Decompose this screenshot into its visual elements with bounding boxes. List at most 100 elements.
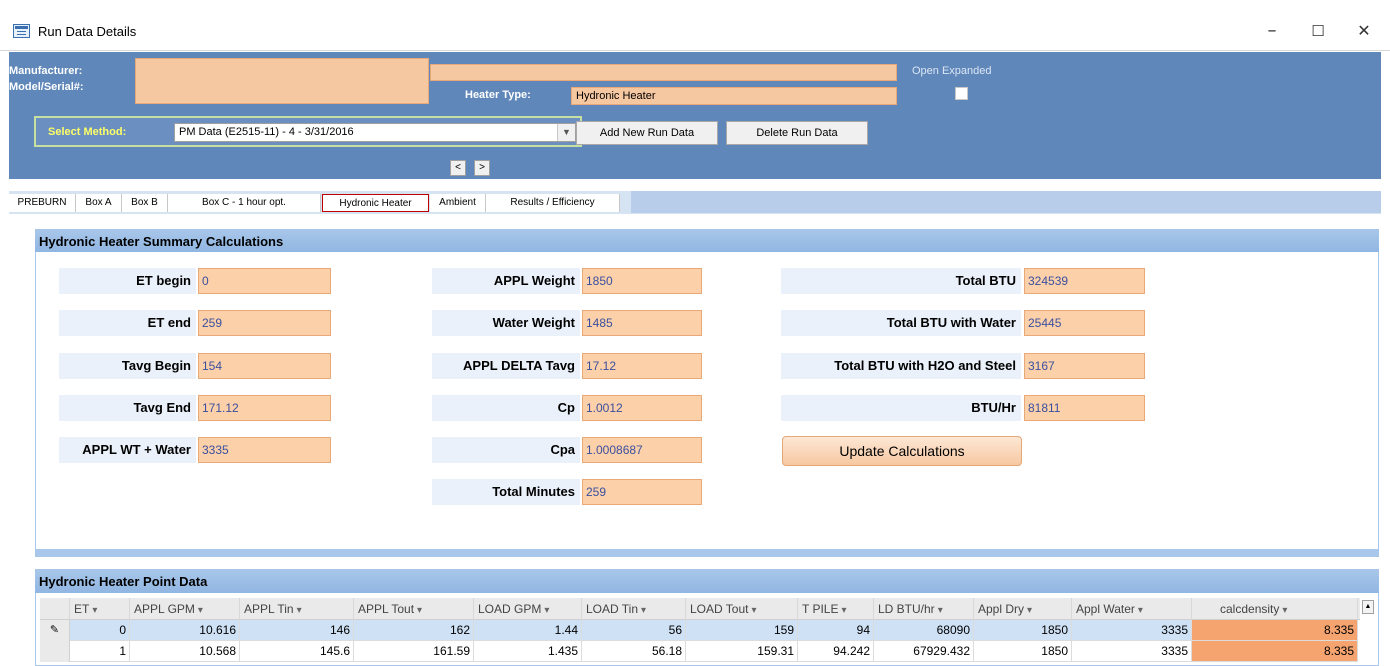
sort-arrow-icon[interactable]: ▾ xyxy=(417,605,422,616)
open-expanded-label: Open Expanded xyxy=(912,65,992,77)
cell-appl-tout[interactable]: 161.59 xyxy=(354,641,474,662)
tab-results-efficiency[interactable]: Results / Efficiency xyxy=(486,194,620,212)
cell-calcdensity[interactable]: 8.335 xyxy=(1192,620,1358,641)
total-btu-water-label: Total BTU with Water xyxy=(781,310,1021,336)
tab-box-c[interactable]: Box C - 1 hour opt. xyxy=(168,194,321,212)
sort-arrow-icon[interactable]: ▾ xyxy=(1027,605,1032,616)
sort-arrow-icon[interactable]: ▾ xyxy=(938,605,943,616)
delete-run-data-button[interactable]: Delete Run Data xyxy=(726,121,868,145)
maximize-button[interactable]: ☐ xyxy=(1296,16,1340,46)
cell-appl-tin[interactable]: 146 xyxy=(240,620,354,641)
column-header-t-pile[interactable]: T PILE ▾ xyxy=(798,598,874,620)
column-header-calcdensity[interactable]: calcdensity ▾ xyxy=(1192,598,1358,620)
appl-wt-water-field[interactable]: 3335 xyxy=(198,437,331,463)
heater-type-field[interactable]: Hydronic Heater xyxy=(571,87,897,105)
sort-arrow-icon[interactable]: ▾ xyxy=(641,605,646,616)
cell-load-tin[interactable]: 56.18 xyxy=(582,641,686,662)
btu-hr-field[interactable]: 81811 xyxy=(1024,395,1145,421)
cpa-field[interactable]: 1.0008687 xyxy=(582,437,702,463)
cell-appl-tout[interactable]: 162 xyxy=(354,620,474,641)
column-header-label: LD BTU/hr xyxy=(878,602,935,616)
sort-arrow-icon[interactable]: ▾ xyxy=(1138,605,1143,616)
tab-ambient[interactable]: Ambient xyxy=(430,194,486,212)
select-method-value: PM Data (E2515-11) - 4 - 3/31/2016 xyxy=(179,126,354,138)
cell-appl-gpm[interactable]: 10.616 xyxy=(130,620,240,641)
column-header-label: Appl Water xyxy=(1076,602,1135,616)
cell-appl-water[interactable]: 3335 xyxy=(1072,641,1192,662)
btu-hr-label: BTU/Hr xyxy=(781,395,1021,421)
cell-load-gpm[interactable]: 1.435 xyxy=(474,641,582,662)
tab-preburn[interactable]: PREBURN xyxy=(9,194,76,212)
cell-appl-gpm[interactable]: 10.568 xyxy=(130,641,240,662)
next-record-button[interactable]: > xyxy=(474,160,490,176)
et-begin-field[interactable]: 0 xyxy=(198,268,331,294)
cell-et[interactable]: 0 xyxy=(70,620,130,641)
total-btu-field[interactable]: 324539 xyxy=(1024,268,1145,294)
cell-load-tout[interactable]: 159 xyxy=(686,620,798,641)
column-header-load-tout[interactable]: LOAD Tout ▾ xyxy=(686,598,798,620)
column-header-label: APPL Tout xyxy=(358,602,415,616)
tab-box-b[interactable]: Box B xyxy=(122,194,168,212)
column-header-appl-dry[interactable]: Appl Dry ▾ xyxy=(974,598,1072,620)
cell-calcdensity[interactable]: 8.335 xyxy=(1192,641,1358,662)
column-header-ld-btu-hr[interactable]: LD BTU/hr ▾ xyxy=(874,598,974,620)
sort-arrow-icon[interactable]: ▾ xyxy=(751,605,756,616)
water-weight-label: Water Weight xyxy=(432,310,580,336)
total-btu-h2o-steel-field[interactable]: 3167 xyxy=(1024,353,1145,379)
cell-appl-dry[interactable]: 1850 xyxy=(974,641,1072,662)
previous-record-button[interactable]: < xyxy=(450,160,466,176)
total-btu-water-field[interactable]: 25445 xyxy=(1024,310,1145,336)
manufacturer-model-field[interactable] xyxy=(135,58,429,104)
chevron-down-icon[interactable]: ▼ xyxy=(557,124,575,141)
column-header-appl-water[interactable]: Appl Water ▾ xyxy=(1072,598,1192,620)
total-minutes-field[interactable]: 259 xyxy=(582,479,702,505)
sort-arrow-icon[interactable]: ▾ xyxy=(841,605,846,616)
column-header-load-gpm[interactable]: LOAD GPM ▾ xyxy=(474,598,582,620)
table-row[interactable]: 1 10.568 145.6 161.59 1.435 56.18 159.31… xyxy=(40,641,1360,662)
cell-ld-btu-hr[interactable]: 67929.432 xyxy=(874,641,974,662)
select-method-dropdown[interactable]: PM Data (E2515-11) - 4 - 3/31/2016 ▼ xyxy=(174,123,576,142)
open-expanded-checkbox[interactable] xyxy=(955,87,968,100)
column-header-et[interactable]: ET ▾ xyxy=(70,598,130,620)
appl-weight-field[interactable]: 1850 xyxy=(582,268,702,294)
minimize-button[interactable]: – xyxy=(1250,16,1294,46)
tavg-begin-field[interactable]: 154 xyxy=(198,353,331,379)
column-header-appl-gpm[interactable]: APPL GPM ▾ xyxy=(130,598,240,620)
grid-header-row: ET ▾ APPL GPM ▾ APPL Tin ▾ APPL Tout ▾ LOAD … xyxy=(40,598,1360,620)
model-serial-label: Model/Serial#: xyxy=(9,81,84,93)
appl-delta-tavg-field[interactable]: 17.12 xyxy=(582,353,702,379)
column-header-label: ET xyxy=(74,602,90,616)
add-new-run-data-button[interactable]: Add New Run Data xyxy=(576,121,718,145)
sort-arrow-icon[interactable]: ▾ xyxy=(1282,605,1287,616)
cell-load-tin[interactable]: 56 xyxy=(582,620,686,641)
sort-arrow-icon[interactable]: ▾ xyxy=(92,605,97,616)
close-button[interactable]: ✕ xyxy=(1342,16,1386,46)
sort-arrow-icon[interactable]: ▾ xyxy=(297,605,302,616)
sort-arrow-icon[interactable]: ▾ xyxy=(544,605,549,616)
cell-appl-dry[interactable]: 1850 xyxy=(974,620,1072,641)
et-end-field[interactable]: 259 xyxy=(198,310,331,336)
update-calculations-button[interactable]: Update Calculations xyxy=(782,436,1022,466)
cell-ld-btu-hr[interactable]: 68090 xyxy=(874,620,974,641)
tab-box-a[interactable]: Box A xyxy=(76,194,122,212)
cell-load-tout[interactable]: 159.31 xyxy=(686,641,798,662)
title-bar: Run Data Details – ☐ ✕ xyxy=(0,0,1390,51)
column-header-load-tin[interactable]: LOAD Tin ▾ xyxy=(582,598,686,620)
cell-t-pile[interactable]: 94.242 xyxy=(798,641,874,662)
cell-appl-water[interactable]: 3335 xyxy=(1072,620,1192,641)
scroll-up-icon[interactable]: ▲ xyxy=(1362,600,1374,614)
select-method-box: Select Method: PM Data (E2515-11) - 4 - … xyxy=(34,116,582,147)
cp-field[interactable]: 1.0012 xyxy=(582,395,702,421)
cell-appl-tin[interactable]: 145.6 xyxy=(240,641,354,662)
column-header-appl-tout[interactable]: APPL Tout ▾ xyxy=(354,598,474,620)
cell-et[interactable]: 1 xyxy=(70,641,130,662)
water-weight-field[interactable]: 1485 xyxy=(582,310,702,336)
tab-hydronic-heater[interactable]: Hydronic Heater xyxy=(322,194,429,212)
cell-load-gpm[interactable]: 1.44 xyxy=(474,620,582,641)
cell-t-pile[interactable]: 94 xyxy=(798,620,874,641)
column-header-appl-tin[interactable]: APPL Tin ▾ xyxy=(240,598,354,620)
sort-arrow-icon[interactable]: ▾ xyxy=(198,605,203,616)
table-row[interactable]: 0 10.616 146 162 1.44 56 159 94 68090 18… xyxy=(40,620,1360,641)
tavg-end-field[interactable]: 171.12 xyxy=(198,395,331,421)
manufacturer-field[interactable] xyxy=(430,64,897,81)
